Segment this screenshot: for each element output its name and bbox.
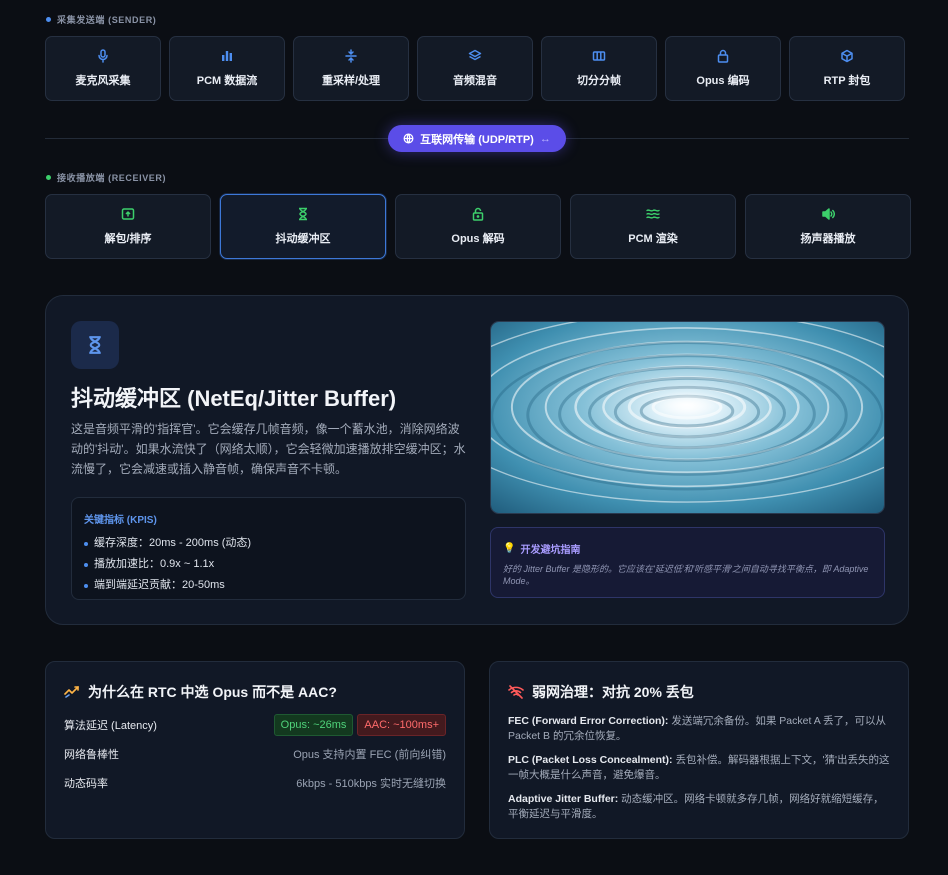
step-pcm-render[interactable]: PCM 渲染 [570,194,736,259]
bullet [84,562,88,567]
bidirectional-arrow-icon: ↔ [539,132,551,145]
weak-card-title-row: 弱网治理：对抗 20% 丢包 [508,682,890,702]
step-label: 音频混音 [453,75,497,87]
step-label: PCM 数据流 [196,75,258,87]
step-label: 扬声器播放 [800,233,856,245]
detail-icon-box [71,321,119,369]
wifi-off-icon [508,685,524,699]
kpi-box: 关键指标 (KPIS) 缓存深度：20ms - 200ms (动态) 播放加速比… [71,497,466,600]
dev-tip-box: 💡 开发避坑指南 好的 Jitter Buffer 是隐形的。它应该在'延迟低'… [490,527,885,598]
step-speaker-playback[interactable]: 扬声器播放 [745,194,911,259]
receiver-section-label: 接收播放端 (RECEIVER) [46,171,166,184]
hourglass-icon [299,207,307,221]
weak-network-card: 弱网治理：对抗 20% 丢包 FEC (Forward Error Correc… [489,661,909,839]
kpi-text: 端到端延迟贡献：20-50ms [94,579,225,591]
plc-term: PLC (Packet Loss Concealment): [508,754,673,766]
compare-label: 动态码率 [64,778,108,790]
step-pcm-stream[interactable]: PCM 数据流 [169,36,285,101]
bullet [84,541,88,546]
network-transport-pill[interactable]: 互联网传输 (UDP/RTP) ↔ [388,125,566,152]
cube-icon [841,49,853,63]
lightbulb-icon: 💡 [503,543,516,554]
kpi-item: 缓存深度：20ms - 200ms (动态) [84,533,453,554]
receiver-dot [46,175,51,180]
compare-row-bitrate: 动态码率 6kbps - 510kbps 实时无缝切换 [64,772,446,794]
fec-term: FEC (Forward Error Correction): [508,715,669,727]
kpi-item: 播放加速比：0.9x ~ 1.1x [84,554,453,575]
step-label: Opus 解码 [451,233,505,245]
compare-label: 算法延迟 (Latency) [64,720,157,732]
step-jitter-buffer[interactable]: 抖动缓冲区 [220,194,386,259]
bullet [84,583,88,588]
opus-vs-aac-card: 为什么在 RTC 中选 Opus 而不是 AAC? 算法延迟 (Latency)… [45,661,465,839]
columns-icon [592,51,606,61]
compare-label: 网络鲁棒性 [64,749,119,761]
layers-icon [468,49,482,61]
step-label: 重采样/处理 [321,75,381,87]
step-audio-mix[interactable]: 音频混音 [417,36,533,101]
kpi-text: 播放加速比：0.9x ~ 1.1x [94,558,215,570]
lock-icon [717,49,729,63]
step-label: PCM 渲染 [628,233,678,245]
step-opus-encode[interactable]: Opus 编码 [665,36,781,101]
detail-description: 这是音频平滑的'指挥官'。它会缓存几帧音频，像一个蓄水池，消除网络波动的'抖动'… [71,422,466,476]
detail-title: 抖动缓冲区 (NetEq/Jitter Buffer) [71,386,397,411]
network-label: 互联网传输 (UDP/RTP) [420,133,534,146]
tip-title-row: 💡 开发避坑指南 [503,541,872,556]
step-rtp-packet[interactable]: RTP 封包 [789,36,905,101]
water-ripple-image [490,321,885,514]
compare-value: 6kbps - 510kbps 实时无缝切换 [296,778,446,790]
opus-card-title: 为什么在 RTC 中选 Opus 而不是 AAC? [88,684,337,700]
step-label: 切分分帧 [577,75,621,87]
step-label: Opus 编码 [696,75,750,87]
weak-card-title: 弱网治理：对抗 20% 丢包 [532,684,694,700]
fec-paragraph: FEC (Forward Error Correction): 发送端冗余备份。… [508,714,890,744]
step-unpack-sort[interactable]: 解包/排序 [45,194,211,259]
receiver-label-text: 接收播放端 (RECEIVER) [57,173,167,183]
step-opus-decode[interactable]: Opus 解码 [395,194,561,259]
adaptive-jb-paragraph: Adaptive Jitter Buffer: 动态缓冲区。网络卡顿就多存几帧，… [508,792,890,822]
opus-latency-badge: Opus: ~26ms [273,714,354,736]
bar-chart-icon [222,51,232,61]
waves-icon [646,209,660,219]
kpi-item: 端到端延迟贡献：20-50ms [84,575,453,596]
step-label: 抖动缓冲区 [275,233,331,245]
unpack-icon [121,208,135,220]
unlock-icon [472,207,484,221]
lightning-icon [64,686,79,698]
plc-paragraph: PLC (Packet Loss Concealment): 丢包补偿。解码器根… [508,753,890,783]
sender-label-text: 采集发送端 (SENDER) [57,15,157,25]
kpi-text: 缓存深度：20ms - 200ms (动态) [94,537,252,549]
step-label: 解包/排序 [104,233,152,245]
aac-latency-badge: AAC: ~100ms+ [357,714,446,736]
tip-title: 开发避坑指南 [520,545,581,556]
mic-icon [98,49,108,63]
speaker-icon [822,208,835,220]
step-mic-capture[interactable]: 麦克风采集 [45,36,161,101]
receiver-pipeline: 解包/排序 抖动缓冲区 Opus 解码 PCM 渲染 扬声器播放 [45,194,911,259]
sender-pipeline: 麦克风采集 PCM 数据流 重采样/处理 音频混音 切分分帧 Opus 编码 R… [45,36,905,101]
kpi-title: 关键指标 (KPIS) [84,515,157,526]
compare-row-latency: 算法延迟 (Latency) Opus: ~26ms AAC: ~100ms+ [64,714,446,736]
resample-icon [345,49,357,63]
detail-panel: 抖动缓冲区 (NetEq/Jitter Buffer) 这是音频平滑的'指挥官'… [45,295,909,625]
opus-card-title-row: 为什么在 RTC 中选 Opus 而不是 AAC? [64,682,446,702]
globe-icon [403,133,414,144]
compare-row-robustness: 网络鲁棒性 Opus 支持内置 FEC (前向纠错) [64,743,446,765]
step-framing[interactable]: 切分分帧 [541,36,657,101]
hourglass-icon [89,336,101,354]
adaptive-jb-term: Adaptive Jitter Buffer: [508,793,619,805]
compare-value: Opus 支持内置 FEC (前向纠错) [293,749,446,761]
step-resample[interactable]: 重采样/处理 [293,36,409,101]
latency-badges: Opus: ~26ms AAC: ~100ms+ [273,714,446,736]
sender-section-label: 采集发送端 (SENDER) [46,13,156,26]
sender-dot [46,17,51,22]
tip-text: 好的 Jitter Buffer 是隐形的。它应该在'延迟低'和'听感平滑'之间… [503,564,869,586]
step-label: 麦克风采集 [75,75,131,87]
step-label: RTP 封包 [823,75,871,87]
